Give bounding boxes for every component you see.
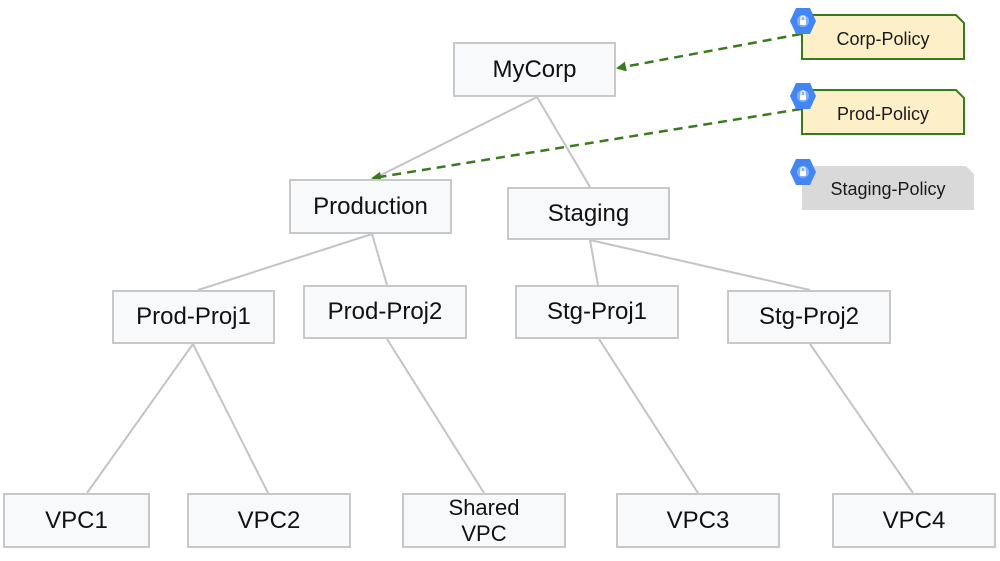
edge-staging-to-stg-proj1 [589, 239, 599, 286]
node-label: Stg-Proj2 [758, 303, 860, 330]
node-label: VPC2 [237, 506, 301, 534]
node-label: VPC4 [882, 506, 946, 534]
policy-link-prod-policy-to-production [371, 107, 802, 182]
policy-link-corp-policy-to-mycorp [616, 32, 802, 72]
security-shield-icon [789, 81, 817, 111]
node-prod-proj1[interactable]: Prod-Proj1 [112, 290, 275, 344]
edge-production-to-prod-proj1 [197, 233, 373, 291]
edge-staging-to-stg-proj2 [589, 239, 811, 291]
node-prod-proj2[interactable]: Prod-Proj2 [303, 285, 467, 339]
edge-mycorp-to-staging [536, 96, 591, 188]
node-stg-proj2[interactable]: Stg-Proj2 [727, 290, 891, 344]
node-vpc1[interactable]: VPC1 [3, 493, 150, 548]
node-vpc3[interactable]: VPC3 [616, 493, 780, 548]
node-label: Production [313, 192, 428, 220]
edge-stg-proj1-to-vpc3 [598, 338, 699, 494]
policy-label: Corp-Policy [836, 29, 930, 49]
node-mycorp[interactable]: MyCorp [453, 42, 616, 97]
node-production[interactable]: Production [289, 179, 452, 234]
node-label: Prod-Proj1 [136, 303, 251, 330]
policy-label: Prod-Policy [836, 104, 930, 124]
node-label: MyCorp [492, 55, 577, 83]
policy-staging-policy[interactable]: Staging-Policy [801, 165, 975, 211]
node-vpc2[interactable]: VPC2 [187, 493, 351, 548]
edge-stg-proj2-to-vpc4 [809, 343, 914, 494]
node-shared-vpc[interactable]: Shared VPC [402, 493, 566, 548]
edge-prod-proj2-to-shared-vpc [386, 338, 485, 494]
node-staging[interactable]: Staging [507, 187, 670, 240]
node-label: Shared VPC [448, 494, 520, 546]
edge-prod-proj1-to-vpc2 [192, 343, 269, 494]
node-vpc4[interactable]: VPC4 [832, 493, 996, 548]
policy-prod-policy[interactable]: Prod-Policy [801, 89, 965, 135]
edge-mycorp-to-production [372, 96, 538, 180]
node-label: Staging [547, 199, 630, 227]
node-label: VPC1 [45, 506, 108, 534]
policy-label: Staging-Policy [830, 179, 946, 199]
node-label: Prod-Proj2 [327, 298, 443, 325]
node-label: VPC3 [666, 506, 730, 534]
security-shield-icon [789, 6, 817, 36]
security-shield-icon [789, 157, 817, 187]
node-stg-proj1[interactable]: Stg-Proj1 [515, 285, 679, 339]
edge-prod-proj1-to-vpc1 [86, 343, 194, 494]
node-label: Stg-Proj1 [546, 298, 648, 325]
policy-corp-policy[interactable]: Corp-Policy [801, 14, 965, 60]
edge-production-to-prod-proj2 [371, 233, 388, 286]
